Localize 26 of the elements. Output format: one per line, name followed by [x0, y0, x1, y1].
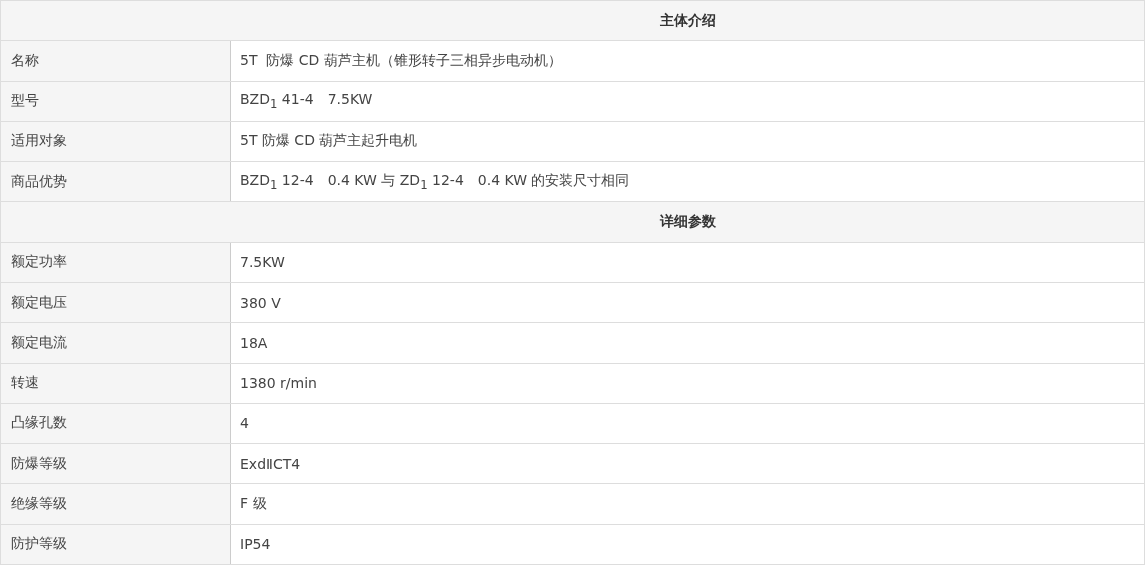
- value-cell-text: 18A: [239, 333, 269, 353]
- section-heading: 详细参数: [659, 213, 716, 232]
- label-cell: 型号: [1, 81, 231, 121]
- label-cell: 凸缘孔数: [1, 403, 231, 444]
- value-cell-text: F 级: [239, 494, 268, 513]
- value-cell-text: 5T 防爆 CD 葫芦主起升电机: [239, 131, 419, 151]
- value-cell-text: 7.5KW: [239, 253, 286, 273]
- value-cell-text: 4: [239, 414, 250, 434]
- value-cell-text: ExdⅡCT4: [239, 454, 302, 474]
- value-cell-text: BZD$_{1}$ 12-4 0.4 KW 与 ZD$_{1}$ 12-4 0.4 KW 的安装尺寸相同: [239, 170, 631, 194]
- value-cell-text: 1380 r/min: [239, 374, 318, 394]
- value-cell-text: IP54: [239, 535, 272, 555]
- label-cell: 防护等级: [1, 524, 231, 564]
- label-cell: 额定电流: [1, 323, 231, 363]
- label-cell: 额定电压: [1, 282, 231, 323]
- value-cell-text: 380 V: [239, 293, 282, 313]
- label-cell: 名称: [1, 41, 231, 81]
- label-cell: 额定功率: [1, 242, 231, 282]
- label-cell: 转速: [1, 363, 231, 403]
- section-heading: 主体介绍: [659, 11, 716, 30]
- label-cell: 商品优势: [1, 162, 231, 202]
- value-cell-text: 5T 防爆 CD 葫芦主机（锥形转子三相异步电动机）: [239, 50, 563, 70]
- label-cell: 防爆等级: [1, 444, 231, 484]
- value-cell-text: BZD$_{1}$ 41-4 7.5KW: [239, 90, 374, 114]
- label-cell: 绝缘等级: [1, 484, 231, 524]
- label-cell: 适用对象: [1, 121, 231, 162]
